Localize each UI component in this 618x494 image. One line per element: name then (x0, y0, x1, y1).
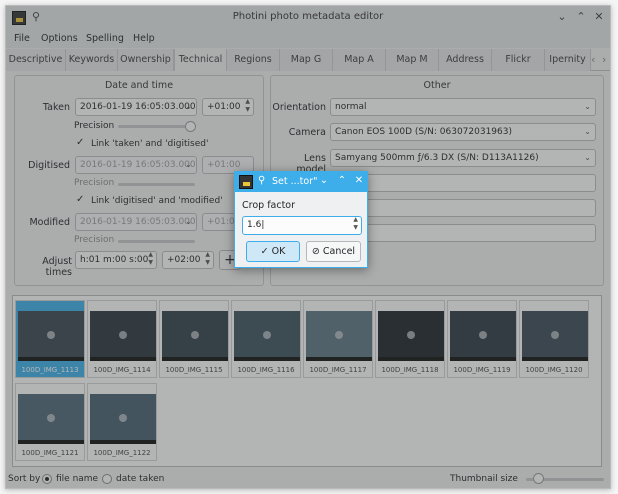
crop-factor-dialog: ⚲ Set ...tor" ⌄ ⌃ ✕ Crop factor 1.6| ▲ ▼ … (234, 171, 368, 268)
cancel-icon: ⊘ (311, 246, 323, 257)
spin-arrows-icon: ▲ ▼ (353, 216, 358, 231)
dialog-pin-icon[interactable]: ⚲ (258, 175, 265, 186)
check-icon: ✓ (260, 246, 272, 257)
ok-label: OK (271, 246, 286, 257)
cancel-button[interactable]: ⊘ Cancel (306, 241, 361, 262)
dialog-minimize-button[interactable]: ⌄ (318, 175, 330, 186)
dialog-close-button[interactable]: ✕ (353, 175, 365, 186)
crop-factor-value: 1.6 (247, 220, 262, 230)
dialog-app-icon (239, 175, 253, 189)
crop-factor-input[interactable]: 1.6| ▲ ▼ (242, 216, 362, 235)
dialog-maximize-button[interactable]: ⌃ (336, 175, 348, 186)
ok-button[interactable]: ✓ OK (246, 241, 300, 262)
crop-factor-label: Crop factor (242, 200, 296, 211)
cancel-label: Cancel (322, 246, 356, 257)
text-cursor: | (261, 220, 265, 230)
dialog-title-bar: ⚲ Set ...tor" ⌄ ⌃ ✕ (235, 172, 367, 192)
dialog-title: Set ...tor" (272, 176, 318, 187)
